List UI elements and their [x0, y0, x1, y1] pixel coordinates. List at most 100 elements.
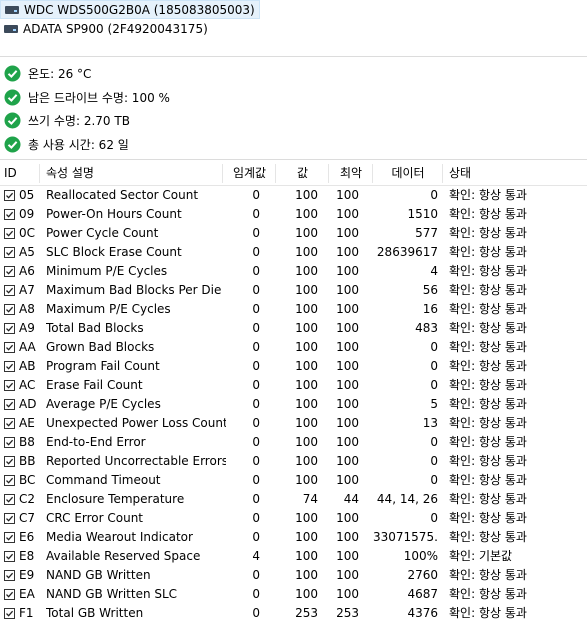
id-cell: 0C	[0, 224, 40, 243]
table-row[interactable]: E9 NAND GB Written 0 100 100 2760 확인: 항상 통과	[0, 566, 587, 585]
drive-list: WDC WDS500G2B0A (185083805003) ADATA SP9…	[0, 0, 587, 40]
checkbox[interactable]	[4, 266, 15, 277]
attribute-id: C2	[19, 492, 36, 506]
column-header-id[interactable]: ID	[0, 162, 40, 185]
table-row[interactable]: C2 Enclosure Temperature 0 74 44 44, 14, 26 확인…	[0, 490, 587, 509]
worst-cell: 100	[336, 226, 359, 240]
value-cell: 100	[295, 473, 318, 487]
data-cell: 0	[430, 340, 438, 354]
value-cell: 100	[295, 340, 318, 354]
checkbox[interactable]	[4, 323, 15, 334]
checkmark-icon	[6, 382, 14, 389]
attribute-name: End-to-End Error	[46, 435, 146, 449]
table-row[interactable]: AD Average P/E Cycles 0 100 100 5 확인: 항상 통과	[0, 395, 587, 414]
drive-label: WDC WDS500G2B0A (185083805003)	[24, 2, 255, 17]
checkbox[interactable]	[4, 342, 15, 353]
checkbox[interactable]	[4, 608, 15, 619]
checkbox[interactable]	[4, 456, 15, 467]
checkbox[interactable]	[4, 589, 15, 600]
table-row[interactable]: AC Erase Fail Count 0 100 100 0 확인: 항상 통과	[0, 376, 587, 395]
table-row[interactable]: A9 Total Bad Blocks 0 100 100 483 확인: 항상 통과	[0, 319, 587, 338]
table-row[interactable]: A5 SLC Block Erase Count 0 100 100 28639617 확인…	[0, 243, 587, 262]
id-cell: AD	[0, 395, 40, 414]
id-cell: AC	[0, 376, 40, 395]
checkbox[interactable]	[4, 532, 15, 543]
value-cell: 100	[295, 454, 318, 468]
attribute-name: Reallocated Sector Count	[46, 188, 199, 202]
drive-item-adata[interactable]: ADATA SP900 (2F4920043175)	[0, 19, 212, 38]
drive-item-wdc[interactable]: WDC WDS500G2B0A (185083805003)	[0, 0, 260, 19]
threshold-cell: 0	[252, 416, 260, 430]
checkbox[interactable]	[4, 228, 15, 239]
worst-cell: 100	[336, 587, 359, 601]
attribute-id: AA	[19, 340, 36, 354]
table-row[interactable]: A8 Maximum P/E Cycles 0 100 100 16 확인: 항상 통과	[0, 300, 587, 319]
status-usage-time: 총 사용 시간: 62 일	[0, 133, 300, 155]
data-cell: 4	[430, 264, 438, 278]
column-header-threshold[interactable]: 임계값	[223, 162, 276, 185]
checkmark-icon	[6, 515, 14, 522]
checkmark-icon	[6, 401, 14, 408]
value-cell: 100	[295, 283, 318, 297]
threshold-cell: 0	[252, 264, 260, 278]
data-cell: 44, 14, 26	[376, 492, 438, 506]
state-cell: 확인: 항상 통과	[449, 340, 527, 354]
checkbox[interactable]	[4, 551, 15, 562]
checkmark-icon	[6, 420, 14, 427]
checkbox[interactable]	[4, 418, 15, 429]
checkbox[interactable]	[4, 285, 15, 296]
table-row[interactable]: A6 Minimum P/E Cycles 0 100 100 4 확인: 항상 통과	[0, 262, 587, 281]
attribute-name: Enclosure Temperature	[46, 492, 185, 506]
value-cell: 100	[295, 264, 318, 278]
checkmark-icon	[6, 287, 14, 294]
attribute-id: E6	[19, 530, 35, 544]
table-row[interactable]: AE Unexpected Power Loss Count 0 100 100 13 확인…	[0, 414, 587, 433]
attribute-name: Grown Bad Blocks	[46, 340, 155, 354]
table-row[interactable]: BB Reported Uncorrectable Errors 0 100 100 0 확…	[0, 452, 587, 471]
attribute-id: 05	[19, 188, 35, 202]
drive-label: ADATA SP900 (2F4920043175)	[23, 21, 208, 36]
table-row[interactable]: F1 Total GB Written 0 253 253 4376 확인: 항상 통과	[0, 604, 587, 623]
table-row[interactable]: A7 Maximum Bad Blocks Per Die 0 100 100 56 확인:…	[0, 281, 587, 300]
attribute-name: Power Cycle Count	[46, 226, 159, 240]
checkmark-icon	[6, 325, 14, 332]
attribute-id: AC	[19, 378, 36, 392]
attribute-id: E8	[19, 549, 35, 563]
data-cell: 0	[430, 454, 438, 468]
table-row[interactable]: AA Grown Bad Blocks 0 100 100 0 확인: 항상 통과	[0, 338, 587, 357]
table-row[interactable]: C7 CRC Error Count 0 100 100 0 확인: 항상 통과	[0, 509, 587, 528]
checkbox[interactable]	[4, 209, 15, 220]
checkmark-icon	[6, 496, 14, 503]
checkbox[interactable]	[4, 399, 15, 410]
worst-cell: 44	[343, 492, 359, 506]
checkbox[interactable]	[4, 380, 15, 391]
table-row[interactable]: BC Command Timeout 0 100 100 0 확인: 항상 통과	[0, 471, 587, 490]
table-row[interactable]: B8 End-to-End Error 0 100 100 0 확인: 항상 통과	[0, 433, 587, 452]
checkbox[interactable]	[4, 304, 15, 315]
checkbox[interactable]	[4, 475, 15, 486]
checkbox[interactable]	[4, 190, 15, 201]
checkbox[interactable]	[4, 570, 15, 581]
table-row[interactable]: 09 Power-On Hours Count 0 100 100 1510 확인: 항상 …	[0, 205, 587, 224]
checkbox[interactable]	[4, 494, 15, 505]
column-header-value[interactable]: 값	[276, 162, 329, 185]
table-row[interactable]: AB Program Fail Count 0 100 100 0 확인: 항상 통과	[0, 357, 587, 376]
attribute-name: Program Fail Count	[46, 359, 160, 373]
table-row[interactable]: E6 Media Wearout Indicator 0 100 100 33071575…	[0, 528, 587, 547]
checkbox[interactable]	[4, 247, 15, 258]
column-header-name[interactable]: 속성 설명	[40, 162, 223, 185]
checkbox[interactable]	[4, 437, 15, 448]
column-header-data[interactable]: 데이터	[373, 162, 443, 185]
hard-drive-icon	[4, 24, 18, 33]
state-cell: 확인: 항상 통과	[449, 359, 527, 373]
checkbox[interactable]	[4, 513, 15, 524]
column-header-worst[interactable]: 최악	[329, 162, 373, 185]
worst-cell: 253	[336, 606, 359, 620]
table-row[interactable]: 05 Reallocated Sector Count 0 100 100 0 확인: 항상…	[0, 186, 587, 205]
checkbox[interactable]	[4, 361, 15, 372]
table-row[interactable]: 0C Power Cycle Count 0 100 100 577 확인: 항상 통과	[0, 224, 587, 243]
table-row[interactable]: E8 Available Reserved Space 4 100 100 100% 확인:…	[0, 547, 587, 566]
table-row[interactable]: EA NAND GB Written SLC 0 100 100 4687 확인: 항상 통…	[0, 585, 587, 604]
column-header-state[interactable]: 상태	[443, 162, 587, 185]
threshold-cell: 0	[252, 226, 260, 240]
